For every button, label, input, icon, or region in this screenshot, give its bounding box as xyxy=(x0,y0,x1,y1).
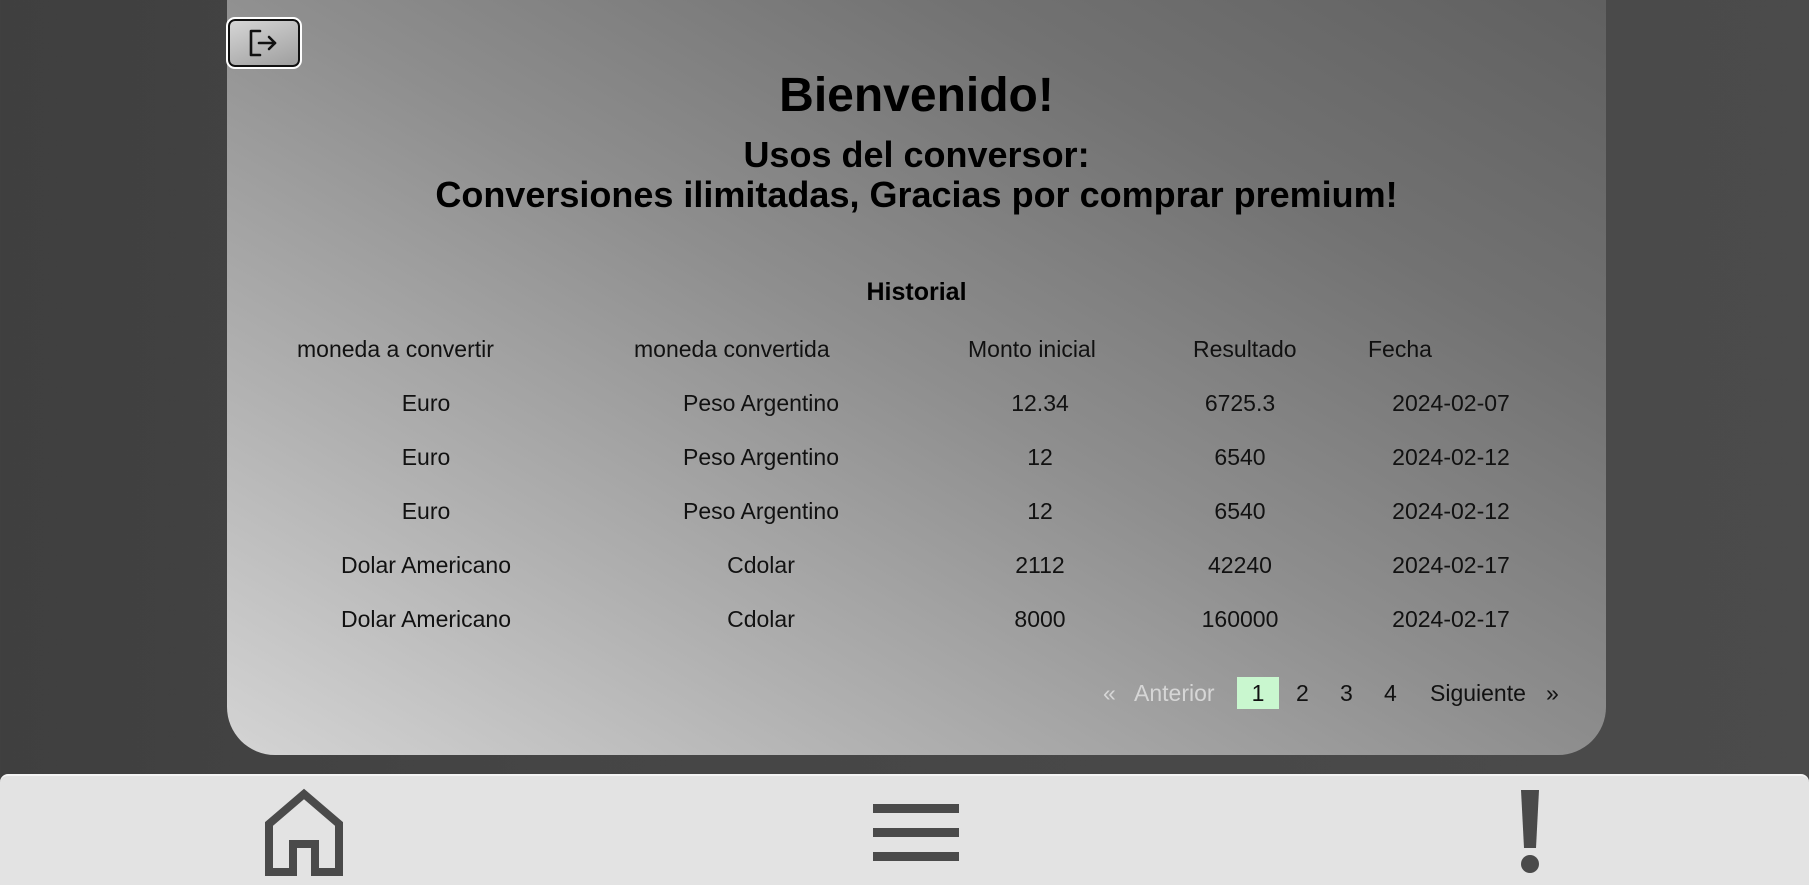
cell-to-currency: Cdolar xyxy=(727,606,795,632)
alert-button[interactable] xyxy=(1490,776,1570,885)
last-page-link[interactable]: » xyxy=(1546,677,1559,709)
column-header-date: Fecha xyxy=(1368,336,1432,362)
cell-initial-amount: 12 xyxy=(1027,498,1053,524)
column-header-result: Resultado xyxy=(1193,336,1297,362)
usage-label: Usos del conversor: xyxy=(743,134,1090,175)
cell-initial-amount: 2112 xyxy=(1015,552,1065,578)
cell-initial-amount: 12 xyxy=(1027,444,1053,470)
logout-button[interactable] xyxy=(226,17,302,69)
welcome-title: Bienvenido! xyxy=(779,69,1054,122)
cell-to-currency: Peso Argentino xyxy=(682,444,839,470)
cell-result: 160000 xyxy=(1201,606,1279,632)
cell-result: 6540 xyxy=(1214,498,1266,524)
cell-result: 6540 xyxy=(1214,444,1266,470)
bottom-navigation xyxy=(0,774,1809,885)
cell-date: 2024-02-17 xyxy=(1392,606,1510,632)
menu-icon xyxy=(873,803,959,861)
cell-from-currency: Euro xyxy=(401,444,451,470)
logout-icon xyxy=(249,29,277,57)
cell-date: 2024-02-12 xyxy=(1392,444,1510,470)
cell-initial-amount: 8000 xyxy=(1014,606,1066,632)
menu-button[interactable] xyxy=(856,776,976,885)
cell-date: 2024-02-07 xyxy=(1392,390,1510,416)
cell-from-currency: Euro xyxy=(401,498,451,524)
cell-initial-amount: 12.34 xyxy=(1011,390,1069,416)
exclamation-icon xyxy=(1521,789,1539,873)
column-header-to-currency: moneda convertida xyxy=(634,336,830,362)
cell-from-currency: Euro xyxy=(401,390,451,416)
pagination: « Anterior 1 2 3 4 Siguiente » xyxy=(0,677,1809,709)
cell-to-currency: Cdolar xyxy=(727,552,795,578)
history-title: Historial xyxy=(866,278,967,306)
cell-from-currency: Dolar Americano xyxy=(340,552,512,578)
cell-to-currency: Peso Argentino xyxy=(682,498,839,524)
cell-result: 6725.3 xyxy=(1204,390,1276,416)
usage-status: Conversiones ilimitadas, Gracias por com… xyxy=(435,174,1398,215)
page-link-4[interactable]: 4 xyxy=(1384,677,1397,709)
page-link-3[interactable]: 3 xyxy=(1340,677,1353,709)
column-header-initial-amount: Monto inicial xyxy=(968,336,1096,362)
usage-info: Usos del conversor: Conversiones ilimita… xyxy=(227,135,1606,215)
page-link-1[interactable]: 1 xyxy=(1237,677,1279,709)
cell-to-currency: Peso Argentino xyxy=(682,390,839,416)
previous-page-link[interactable]: Anterior xyxy=(1134,677,1215,709)
page-link-2[interactable]: 2 xyxy=(1296,677,1309,709)
home-button[interactable] xyxy=(244,776,364,885)
cell-date: 2024-02-17 xyxy=(1392,552,1510,578)
column-header-from-currency: moneda a convertir xyxy=(297,336,494,362)
home-icon xyxy=(265,788,343,876)
cell-from-currency: Dolar Americano xyxy=(340,606,512,632)
cell-date: 2024-02-12 xyxy=(1392,498,1510,524)
first-page-link[interactable]: « xyxy=(1103,677,1116,709)
next-page-link[interactable]: Siguiente xyxy=(1430,677,1526,709)
cell-result: 42240 xyxy=(1208,552,1272,578)
